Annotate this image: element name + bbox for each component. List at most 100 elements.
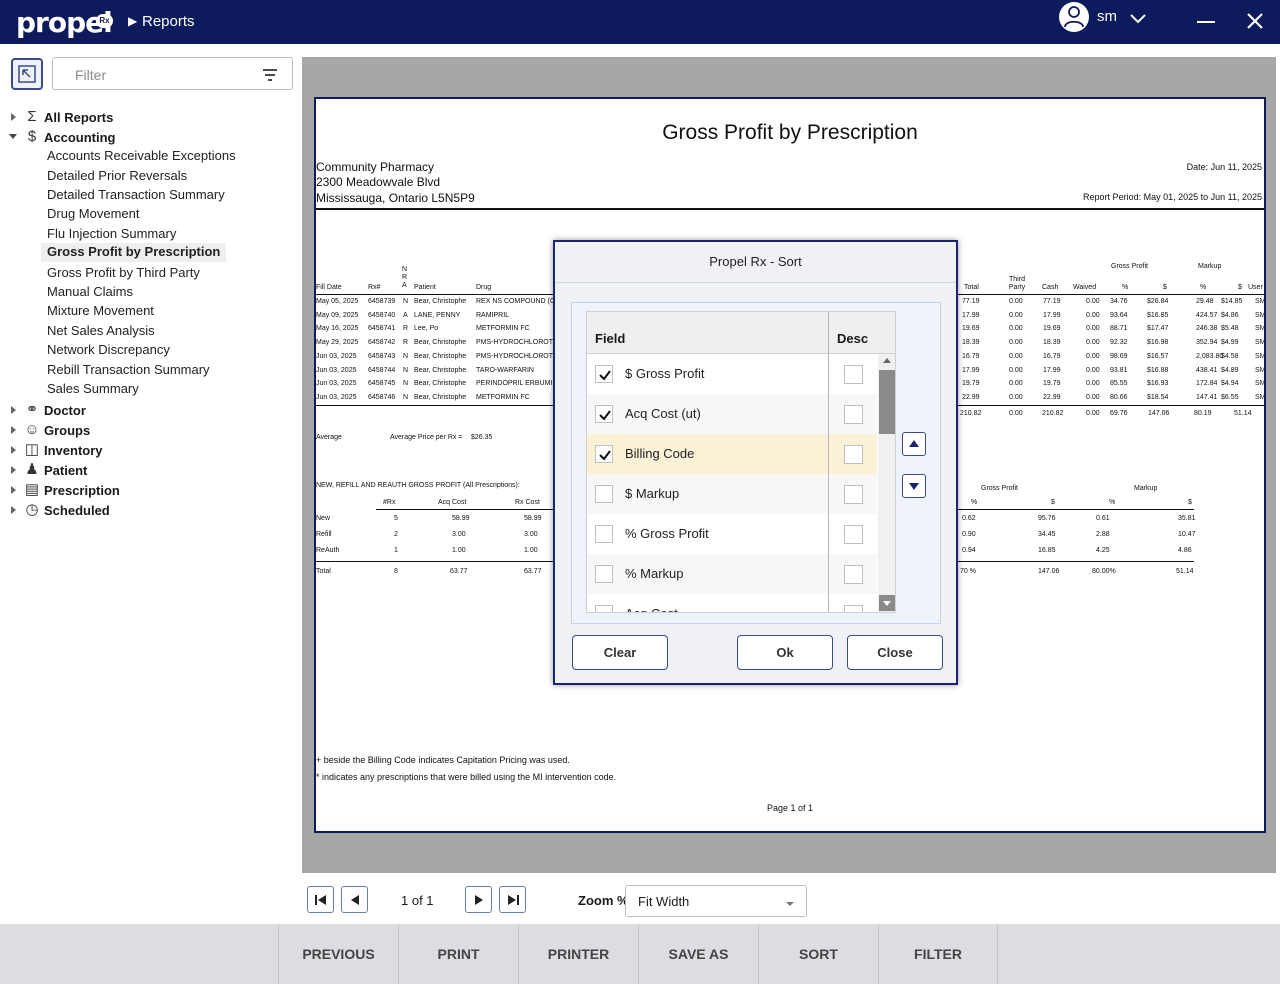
printer-button[interactable]: PRINTER <box>518 924 638 984</box>
move-up-button[interactable] <box>902 432 926 456</box>
report-cell-total: 17.99 <box>962 366 980 374</box>
zoom-label: Zoom % <box>578 893 629 908</box>
sort-button[interactable]: SORT <box>758 924 878 984</box>
grid-scrollbar[interactable] <box>878 354 895 612</box>
report-cell-gp_amt: $18.54 <box>1147 393 1169 401</box>
report-item[interactable]: Sales Summary <box>47 381 139 400</box>
report-cell-waived: 0.00 <box>1086 366 1100 374</box>
total-mk-amt: 51.14 <box>1234 410 1252 417</box>
summary-cell-mk_pct: 2.88 <box>1096 531 1110 538</box>
ok-button[interactable]: Ok <box>737 635 833 670</box>
total-mk-pct: 80.19 <box>1194 410 1212 417</box>
save-as-button[interactable]: SAVE AS <box>638 924 758 984</box>
clear-button[interactable]: Clear <box>572 635 668 670</box>
desc-checkbox[interactable] <box>844 365 863 384</box>
summary-total-mk-amt: 51.14 <box>1176 568 1194 575</box>
breadcrumb-reports[interactable]: Reports <box>142 13 195 30</box>
report-item[interactable]: Manual Claims <box>47 284 133 303</box>
minimize-icon[interactable] <box>1197 21 1215 23</box>
sort-field-row[interactable]: Acq Cost <box>587 594 877 612</box>
report-item[interactable]: Gross Profit by Third Party <box>47 265 200 284</box>
report-cell-total: 22.99 <box>962 393 980 401</box>
report-cell-date: May 16, 2025 <box>316 325 359 333</box>
summary-total-rule-right <box>958 561 1194 562</box>
report-cell-date: May 09, 2025 <box>316 311 359 319</box>
scroll-thumb[interactable] <box>879 370 895 434</box>
sort-field-row[interactable]: $ Gross Profit <box>587 354 877 394</box>
last-page-button[interactable] <box>499 886 526 913</box>
report-cell-total: 16.79 <box>962 352 980 360</box>
report-cell-mk_pct: 147.41 <box>1196 393 1218 401</box>
report-cell-mk_amt: $4.86 <box>1221 311 1239 319</box>
report-cell-gp_pct: 93.81 <box>1110 366 1128 374</box>
grid-header: Field Desc <box>587 312 895 354</box>
field-checkbox[interactable] <box>595 565 613 583</box>
report-cell-user: SM <box>1255 352 1266 360</box>
filter-input[interactable]: Filter <box>52 57 293 90</box>
user-avatar-icon[interactable] <box>1059 2 1089 32</box>
desc-checkbox[interactable] <box>844 445 863 464</box>
move-down-button[interactable] <box>902 474 926 498</box>
field-label: % Markup <box>625 566 684 581</box>
total-gp-pct: 69.76 <box>1110 410 1128 417</box>
rx-badge: Rx <box>96 14 113 28</box>
field-checkbox[interactable] <box>595 605 613 612</box>
next-page-button[interactable] <box>465 886 492 913</box>
desc-checkbox[interactable] <box>844 405 863 424</box>
filter-lines-icon[interactable] <box>262 68 278 82</box>
field-checkbox[interactable] <box>595 485 613 503</box>
report-item[interactable]: Accounts Receivable Exceptions <box>47 148 236 167</box>
report-item[interactable]: Detailed Prior Reversals <box>47 168 187 187</box>
zoom-select[interactable]: Fit Width <box>625 885 807 917</box>
filter-button[interactable]: FILTER <box>878 924 998 984</box>
report-item[interactable]: Drug Movement <box>47 206 139 225</box>
column-divider <box>828 312 829 612</box>
close-button[interactable]: Close <box>847 635 943 670</box>
sort-field-row[interactable]: % Gross Profit <box>587 514 877 554</box>
report-item-selected[interactable]: Gross Profit by Prescription <box>41 243 227 262</box>
sort-field-row[interactable]: Billing Code <box>587 434 877 474</box>
markup-group: Markup <box>1198 263 1222 270</box>
report-cell-waived: 0.00 <box>1086 325 1100 333</box>
summary-total-rx: 8 <box>394 568 398 575</box>
desc-checkbox[interactable] <box>844 485 863 504</box>
first-page-button[interactable] <box>307 886 334 913</box>
summary-cell-label: ReAuth <box>316 547 340 554</box>
report-cell-mk_pct: 172.84 <box>1196 380 1218 388</box>
report-cell-user: SM <box>1255 366 1266 374</box>
report-cell-patient: Lee, Po <box>414 325 439 333</box>
collapse-sidebar-button[interactable] <box>11 58 43 90</box>
arrow-down-icon <box>909 483 919 490</box>
sort-field-row[interactable]: $ Markup <box>587 474 877 514</box>
field-checkbox[interactable] <box>595 525 613 543</box>
field-checkbox[interactable] <box>595 365 613 383</box>
field-checkbox[interactable] <box>595 405 613 423</box>
report-item[interactable]: Net Sales Analysis <box>47 323 155 342</box>
report-item[interactable]: Network Discrepancy <box>47 342 170 361</box>
user-name[interactable]: sm <box>1097 8 1117 25</box>
scroll-up-icon[interactable] <box>883 358 891 363</box>
previous-page-button[interactable] <box>341 886 368 913</box>
report-item[interactable]: Detailed Transaction Summary <box>47 187 225 206</box>
report-cell-mk_amt: $4.58 <box>1221 352 1239 360</box>
report-cell-mk_pct: 424.57 <box>1196 311 1218 319</box>
desc-checkbox[interactable] <box>844 525 863 544</box>
report-item[interactable]: Rebill Transaction Summary <box>47 362 210 381</box>
desc-checkbox[interactable] <box>844 565 863 584</box>
summary-col-rxcost: Rx Cost <box>515 499 540 506</box>
report-cell-mk_amt: $6.55 <box>1221 393 1239 401</box>
field-checkbox[interactable] <box>595 445 613 463</box>
sort-field-row[interactable]: Acq Cost (ut) <box>587 394 877 434</box>
print-button[interactable]: PRINT <box>398 924 518 984</box>
report-item[interactable]: Mixture Movement <box>47 303 154 322</box>
summary-cell-gp_pct: 0.90 <box>962 531 976 538</box>
scroll-down-button[interactable] <box>879 595 895 611</box>
report-cell-user: SM <box>1255 393 1266 401</box>
sort-field-row[interactable]: % Markup <box>587 554 877 594</box>
previous-button[interactable]: PREVIOUS <box>278 924 398 984</box>
report-cell-patient: Bear, Christophe <box>414 298 467 305</box>
total-tp: 0.00 <box>1009 410 1023 417</box>
desc-checkbox[interactable] <box>844 605 863 612</box>
user-menu-chevron-icon[interactable] <box>1130 14 1146 24</box>
close-window-icon[interactable] <box>1246 12 1264 30</box>
